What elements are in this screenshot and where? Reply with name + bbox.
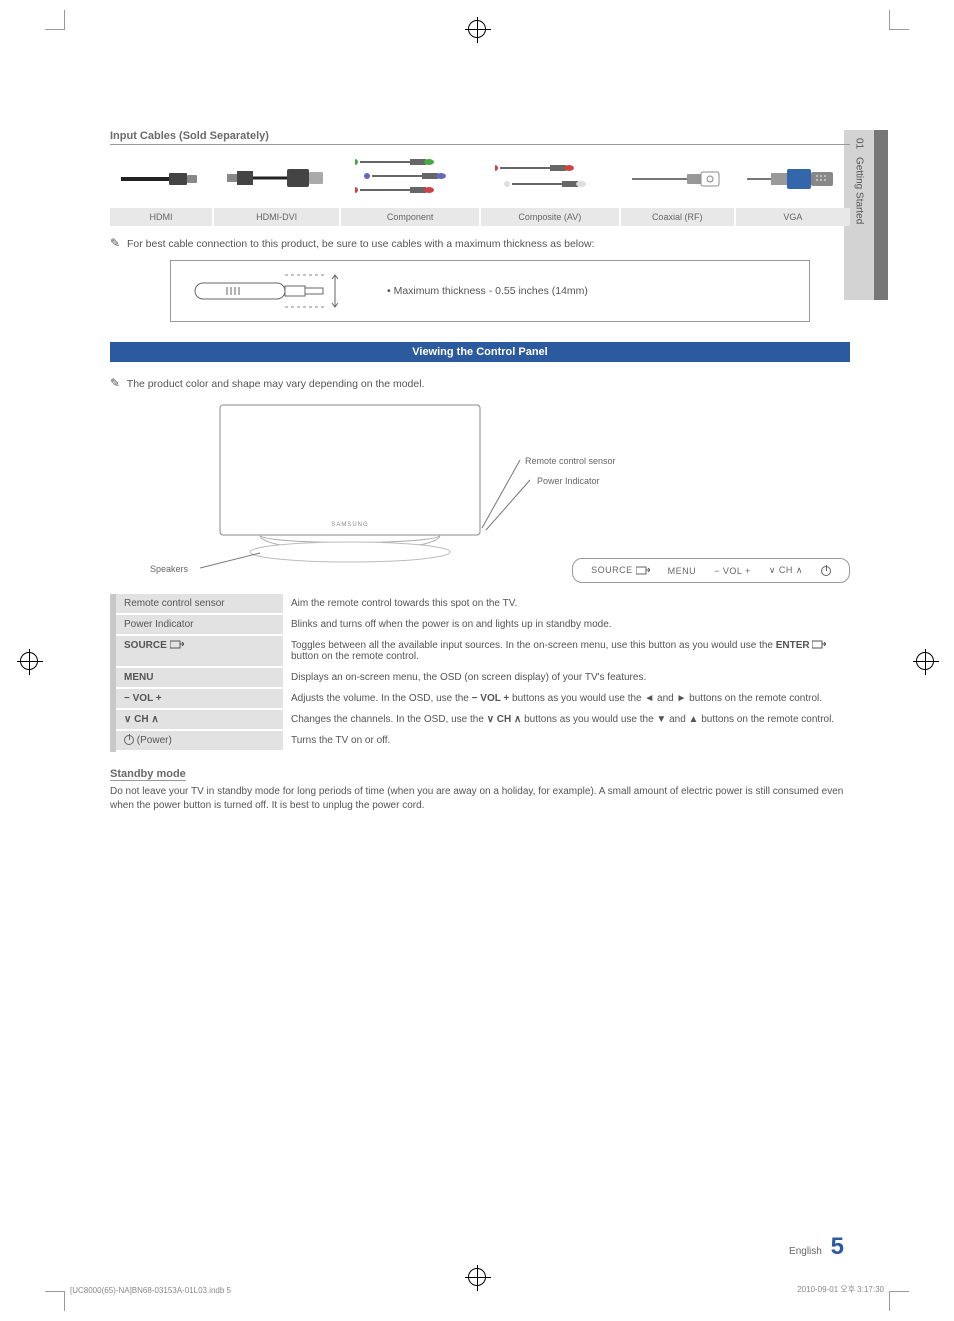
- power-icon: [124, 735, 134, 745]
- svg-text:SAMSUNG: SAMSUNG: [331, 522, 368, 528]
- control-desc: Changes the channels. In the OSD, use th…: [283, 709, 850, 730]
- cable-hdmi-icon: [110, 153, 213, 208]
- cable-hdmi-dvi-icon: [213, 153, 340, 208]
- control-name: Remote control sensor: [113, 594, 283, 614]
- controls-table: Remote control sensor Aim the remote con…: [110, 594, 850, 752]
- table-row: Power Indicator Blinks and turns off whe…: [113, 614, 850, 635]
- table-row: Remote control sensor Aim the remote con…: [113, 594, 850, 614]
- cable-label: HDMI: [110, 208, 213, 226]
- registration-mark-icon: [468, 1268, 486, 1286]
- cable-component-icon: [340, 153, 480, 208]
- cable-vga-icon: [735, 153, 850, 208]
- cable-thickness-icon: [187, 271, 347, 311]
- side-tab-number: 01: [854, 138, 865, 149]
- callout-remote-sensor: Remote control sensor: [525, 456, 616, 466]
- strip-ch: ∨ CH ∧: [769, 565, 803, 576]
- control-name: SOURCE: [113, 635, 283, 667]
- control-desc: Displays an on-screen menu, the OSD (on …: [283, 667, 850, 688]
- source-icon: [170, 640, 184, 650]
- control-desc: Adjusts the volume. In the OSD, use the …: [283, 688, 850, 709]
- power-icon: [821, 566, 831, 576]
- cables-heading: Input Cables (Sold Separately): [110, 130, 850, 145]
- note-text: The product color and shape may vary dep…: [127, 378, 425, 390]
- control-name: (Power): [113, 730, 283, 751]
- table-row: (Power) Turns the TV on or off.: [113, 730, 850, 751]
- tv-diagram: SAMSUNG Remote control sensor Power Indi…: [110, 400, 850, 580]
- table-row: SOURCE Toggles between all the available…: [113, 635, 850, 667]
- callout-power-indicator: Power Indicator: [537, 476, 600, 486]
- control-name: Power Indicator: [113, 614, 283, 635]
- table-row: − VOL + Adjusts the volume. In the OSD, …: [113, 688, 850, 709]
- standby-body: Do not leave your TV in standby mode for…: [110, 785, 850, 813]
- source-icon: [636, 566, 650, 576]
- table-row: MENU Displays an on-screen menu, the OSD…: [113, 667, 850, 688]
- registration-mark-icon: [916, 652, 934, 670]
- registration-mark-icon: [20, 652, 38, 670]
- control-name: ∨ CH ∧: [113, 709, 283, 730]
- standby-heading: Standby mode: [110, 768, 186, 781]
- cable-composite-icon: [480, 153, 620, 208]
- note-product-color: ✎ The product color and shape may vary d…: [110, 376, 850, 390]
- control-button-strip: SOURCE MENU − VOL + ∨ CH ∧: [572, 558, 850, 583]
- crop-mark: [889, 10, 909, 30]
- side-tab-title: Getting Started: [854, 157, 865, 224]
- footer-lang: English: [789, 1246, 822, 1257]
- cable-label: Composite (AV): [480, 208, 620, 226]
- control-desc: Aim the remote control towards this spot…: [283, 594, 850, 614]
- enter-icon: [812, 640, 826, 650]
- cable-coaxial-icon: [620, 153, 735, 208]
- crop-mark: [45, 10, 65, 30]
- cable-label: Component: [340, 208, 480, 226]
- strip-menu: MENU: [668, 566, 697, 576]
- thickness-box: Maximum thickness - 0.55 inches (14mm): [170, 260, 810, 322]
- section-banner: Viewing the Control Panel: [110, 342, 850, 362]
- strip-vol: − VOL +: [714, 566, 751, 576]
- cable-label: Coaxial (RF): [620, 208, 735, 226]
- print-meta-right: 2010-09-01 오후 3:17:30: [797, 1284, 884, 1295]
- note-text: For best cable connection to this produc…: [127, 238, 594, 250]
- note-best-cable: ✎ For best cable connection to this prod…: [110, 236, 850, 250]
- table-row: ∨ CH ∧ Changes the channels. In the OSD,…: [113, 709, 850, 730]
- cable-label: HDMI-DVI: [213, 208, 340, 226]
- control-name: − VOL +: [113, 688, 283, 709]
- control-desc: Toggles between all the available input …: [283, 635, 850, 667]
- thickness-text: Maximum thickness - 0.55 inches (14mm): [387, 285, 588, 297]
- strip-source: SOURCE: [591, 565, 650, 576]
- registration-mark-icon: [468, 20, 486, 38]
- side-tab-accent: [874, 130, 888, 300]
- crop-mark: [45, 1291, 65, 1311]
- callout-speakers: Speakers: [150, 564, 188, 574]
- crop-mark: [889, 1291, 909, 1311]
- note-icon: ✎: [110, 376, 120, 390]
- control-desc: Turns the TV on or off.: [283, 730, 850, 751]
- page-footer: English 5: [789, 1233, 844, 1261]
- cable-label: VGA: [735, 208, 850, 226]
- control-desc: Blinks and turns off when the power is o…: [283, 614, 850, 635]
- control-name: MENU: [113, 667, 283, 688]
- note-icon: ✎: [110, 236, 120, 250]
- print-meta-left: [UC8000(65)-NA]BN68-03153A-01L03.indb 5: [70, 1286, 231, 1295]
- page-number: 5: [831, 1233, 844, 1260]
- cable-table: HDMI HDMI-DVI Component Composite (AV) C…: [110, 153, 850, 226]
